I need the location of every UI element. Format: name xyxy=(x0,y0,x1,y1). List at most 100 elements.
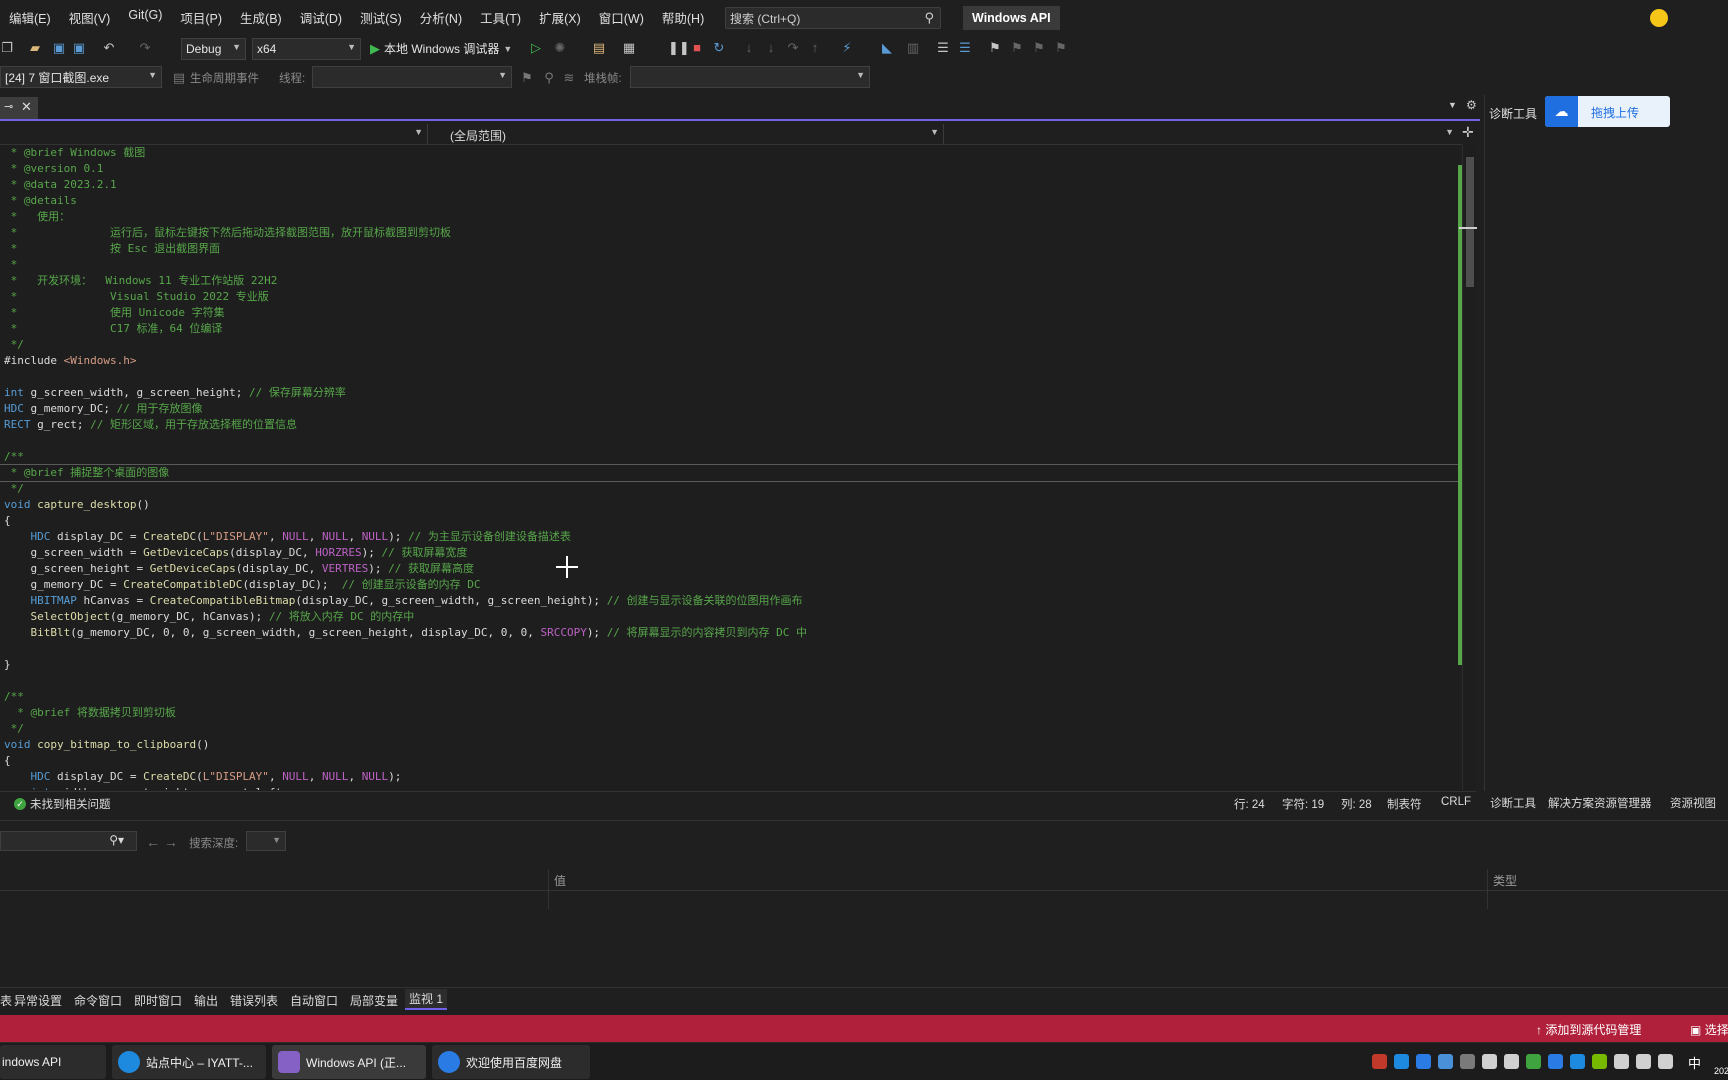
save-icon[interactable]: ▣ xyxy=(52,41,66,55)
code-line[interactable]: HBITMAP hCanvas = CreateCompatibleBitmap… xyxy=(0,593,1458,609)
menu-item[interactable]: 调试(D) xyxy=(291,8,351,27)
menu-item[interactable]: 项目(P) xyxy=(171,8,231,27)
char-indicator[interactable]: 字符: 19 xyxy=(1282,796,1324,812)
code-line[interactable]: * @brief 捕捉整个桌面的图像 xyxy=(0,464,1458,482)
step-over-icon[interactable]: ↷ xyxy=(786,41,800,55)
filter-icon[interactable]: ⚲ xyxy=(542,71,556,85)
platform-select[interactable]: x64 ▼ xyxy=(252,38,361,60)
tab-exception-settings[interactable]: 异常设置 xyxy=(14,992,62,1009)
taskbar-app-visual-studio[interactable]: Windows API (正... xyxy=(272,1045,426,1079)
tray-icon[interactable] xyxy=(1592,1054,1607,1069)
code-line[interactable]: */ xyxy=(0,337,1458,353)
lifecycle-events-label[interactable]: 生命周期事件 xyxy=(190,70,259,86)
menu-item[interactable]: 扩展(X) xyxy=(530,8,590,27)
undo-icon[interactable]: ↶ xyxy=(102,41,116,55)
restart-icon[interactable]: ↻ xyxy=(712,41,726,55)
code-line[interactable]: * C17 标准，64 位编译 xyxy=(0,321,1458,337)
menu-item[interactable]: 分析(N) xyxy=(411,8,471,27)
close-icon[interactable]: ✕ xyxy=(21,99,32,115)
add-to-source-control[interactable]: ↑ 添加到源代码管理 xyxy=(1536,1021,1641,1038)
browse-icon[interactable]: ▤ xyxy=(592,41,606,55)
watch-search-input[interactable]: ⚲▾ xyxy=(0,831,137,851)
taskbar-app-baidu-netdisk[interactable]: 欢迎使用百度网盘 xyxy=(432,1045,590,1079)
search-depth-select[interactable]: ▼ xyxy=(246,831,286,851)
search-input[interactable]: 搜索 (Ctrl+Q) ⚲ xyxy=(725,7,941,29)
taskbar-app-edge[interactable]: 站点中心 – IYATT-... xyxy=(112,1045,266,1079)
tray-icon[interactable] xyxy=(1636,1054,1651,1069)
menu-item[interactable]: 生成(B) xyxy=(231,8,291,27)
gear-icon[interactable]: ⚙ xyxy=(1466,98,1477,112)
code-line[interactable]: g_screen_width = GetDeviceCaps(display_D… xyxy=(0,545,1458,561)
column-type[interactable]: 类型 xyxy=(1493,872,1517,889)
document-tab[interactable]: ⊸ ✕ xyxy=(0,97,38,119)
code-line[interactable]: /** xyxy=(0,449,1458,465)
scrollbar-thumb[interactable] xyxy=(1466,157,1474,287)
code-line[interactable]: void copy_bitmap_to_clipboard() xyxy=(0,737,1458,753)
code-line[interactable]: void capture_desktop() xyxy=(0,497,1458,513)
tab-locals[interactable]: 局部变量 xyxy=(350,992,398,1009)
code-line[interactable]: HDC g_memory_DC; // 用于存放图像 xyxy=(0,401,1458,417)
code-line[interactable]: g_screen_height = GetDeviceCaps(display_… xyxy=(0,561,1458,577)
drag-upload-button[interactable]: ☁ 拖拽上传 xyxy=(1545,96,1670,127)
code-line[interactable]: RECT g_rect; // 矩形区域，用于存放选择框的位置信息 xyxy=(0,417,1458,433)
code-line[interactable]: int width = g_rect.right - g_rect.left; xyxy=(0,785,1458,790)
prev-bookmark-icon[interactable]: ⚑ xyxy=(1010,41,1024,55)
tab-autos[interactable]: 自动窗口 xyxy=(290,992,338,1009)
code-line[interactable]: */ xyxy=(0,721,1458,737)
code-line[interactable]: /** xyxy=(0,689,1458,705)
tray-icon[interactable] xyxy=(1438,1054,1453,1069)
search-navigation-arrows[interactable]: ← → xyxy=(146,834,178,850)
tab-diagnostic-tools[interactable]: 诊断工具 xyxy=(1490,795,1536,811)
tab-command-window[interactable]: 命令窗口 xyxy=(74,992,122,1009)
code-line[interactable]: * 使用 Unicode 字符集 xyxy=(0,305,1458,321)
tab-solution-explorer[interactable]: 解决方案资源管理器 xyxy=(1548,795,1652,811)
code-line[interactable]: * @details xyxy=(0,193,1458,209)
input-language-indicator[interactable]: 中 xyxy=(1688,1053,1701,1072)
code-line[interactable]: HDC display_DC = CreateDC(L"DISPLAY", NU… xyxy=(0,769,1458,785)
tab-overflow-icon[interactable]: ▼ xyxy=(1448,100,1457,110)
start-without-debugging-icon[interactable]: ▷ xyxy=(529,41,543,55)
code-line[interactable]: * 按 Esc 退出截图界面 xyxy=(0,241,1458,257)
code-line[interactable]: * @data 2023.2.1 xyxy=(0,177,1458,193)
clear-bookmarks-icon[interactable]: ⚑ xyxy=(1054,41,1068,55)
pin-icon[interactable]: ⊸ xyxy=(4,100,13,113)
menu-item[interactable]: 工具(T) xyxy=(471,8,530,27)
code-line[interactable]: { xyxy=(0,753,1458,769)
tray-icon[interactable] xyxy=(1658,1054,1673,1069)
lightbulb-icon[interactable] xyxy=(1650,9,1668,27)
save-all-icon[interactable]: ▣ xyxy=(72,41,86,55)
code-line[interactable]: */ xyxy=(0,481,1458,497)
tab-resource-view[interactable]: 资源视图 xyxy=(1670,795,1716,811)
menu-item[interactable]: Git(G) xyxy=(119,8,171,27)
menu-item[interactable]: 窗口(W) xyxy=(590,8,653,27)
taskbar-app-vs-partial[interactable]: indows API xyxy=(0,1045,106,1079)
code-line[interactable]: BitBlt(g_memory_DC, 0, 0, g_screen_width… xyxy=(0,625,1458,641)
member-nav-select[interactable]: ▼ xyxy=(946,124,1458,144)
diagnostics-icon[interactable]: ⚡ xyxy=(840,41,854,55)
scope-nav-select[interactable]: (全局范围) ▼ xyxy=(430,124,944,144)
stop-icon[interactable]: ■ xyxy=(690,41,704,55)
hot-reload-icon[interactable]: ✺ xyxy=(553,41,567,55)
code-line[interactable] xyxy=(0,641,1458,657)
search-icon[interactable]: ⚲ xyxy=(924,10,934,26)
code-line[interactable] xyxy=(0,369,1458,385)
code-line[interactable]: } xyxy=(0,657,1458,673)
code-line[interactable]: * @brief Windows 截图 xyxy=(0,145,1458,161)
next-bookmark-icon[interactable]: ⚑ xyxy=(1032,41,1046,55)
column-icon[interactable]: ▥ xyxy=(906,41,920,55)
open-folder-icon[interactable]: ▰ xyxy=(28,41,42,55)
tray-icon[interactable] xyxy=(1460,1054,1475,1069)
code-line[interactable]: * @version 0.1 xyxy=(0,161,1458,177)
issues-indicator[interactable]: ✓ 未找到相关问题 xyxy=(14,796,111,812)
layout-icon[interactable]: ▦ xyxy=(622,41,636,55)
tray-icon[interactable] xyxy=(1526,1054,1541,1069)
code-line[interactable] xyxy=(0,673,1458,689)
tray-icon[interactable] xyxy=(1372,1054,1387,1069)
line-indicator[interactable]: 行: 24 xyxy=(1234,796,1265,812)
code-editor[interactable]: * @brief Windows 截图 * @version 0.1 * @da… xyxy=(0,145,1458,790)
code-line[interactable]: * 开发环境： Windows 11 专业工作站版 22H2 xyxy=(0,273,1458,289)
project-nav-select[interactable]: ▼ xyxy=(0,124,428,144)
tabs-indicator[interactable]: 制表符 xyxy=(1387,796,1422,812)
threads-icon[interactable]: ≋ xyxy=(562,71,576,85)
tab-output[interactable]: 输出 xyxy=(194,992,218,1009)
